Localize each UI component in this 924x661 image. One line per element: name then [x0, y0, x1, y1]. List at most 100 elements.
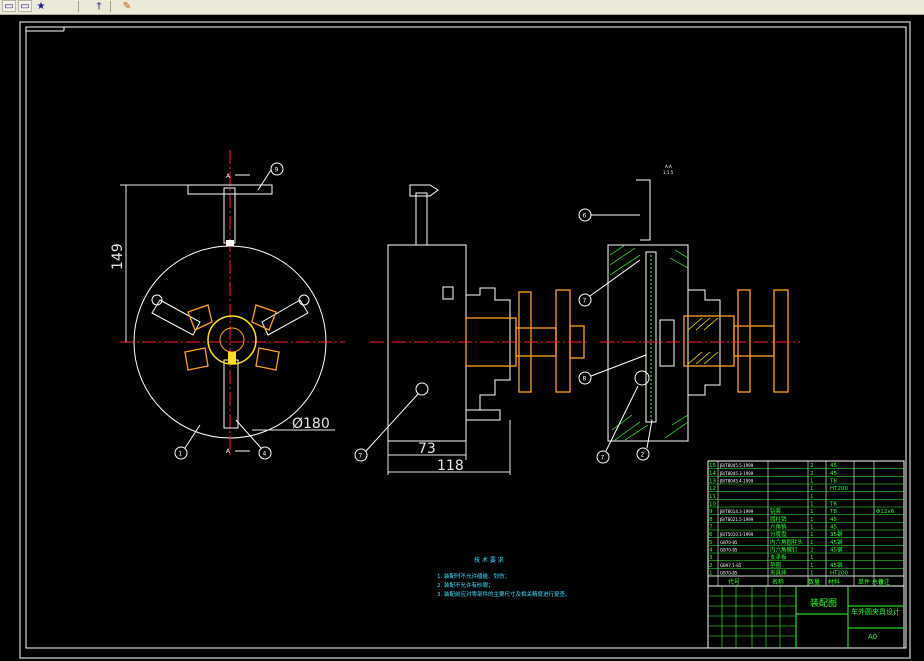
tech-req-title: 技 术 要 求 [474, 556, 504, 564]
open-folder-button[interactable]: ▭ [18, 0, 32, 12]
dim-118: 118 [437, 458, 464, 474]
dim-diameter-180: Ø180 [292, 416, 330, 432]
bom-cell: 35钢 [830, 530, 843, 538]
dim-73: 73 [418, 441, 436, 457]
t-handle-base [226, 240, 234, 246]
bom-cell: JB/T8021.5-1999 [719, 517, 754, 522]
balloon-4-label: 4 [263, 451, 267, 458]
balloon-2-label: 2 [641, 452, 645, 459]
bom-header-cell: 材料 [828, 578, 840, 586]
bom-cell: 10 [709, 502, 716, 508]
leader-line [257, 169, 272, 191]
balloon-8-label: 8 [583, 376, 587, 383]
bom-cell: 1 [810, 540, 814, 546]
new-document-icon: ▭ [4, 0, 14, 12]
title-block: 装配图 车外圆夹具设计 A0 [707, 585, 905, 649]
bom-cell: T8 [829, 502, 837, 508]
bom-cell: 夹具体 [770, 569, 787, 577]
new-document-button[interactable]: ▭ [2, 0, 16, 12]
star-button[interactable]: ★ [34, 0, 48, 12]
bom-cell: 1 [810, 525, 814, 531]
bom-cell: 45钢 [830, 561, 843, 569]
bom-cell: 3 [709, 555, 713, 561]
bom-cell: 内六角螺钉 [770, 546, 798, 554]
bom-cell: GB97.1-85 [720, 563, 742, 568]
section-view-scale: 1:1.5 [663, 170, 674, 175]
bom-cell: HT200 [830, 486, 848, 492]
drawing-canvas[interactable]: A A 149 Ø180 9 1 4 7 73 118 A-A 1:1.5 6 … [0, 15, 924, 661]
flange-2 [555, 289, 571, 393]
balloon-7-label: 7 [359, 453, 363, 460]
bom-cell: GB70-85 [720, 571, 738, 576]
bom-header-cell: 名称 [772, 578, 784, 586]
bom-header-cell: 代号 [728, 578, 740, 586]
drawing-name: 装配图 [810, 597, 837, 609]
bom-cell: 1 [810, 502, 814, 508]
sheet-size: A0 [868, 633, 877, 641]
paint-button[interactable]: ✎ [120, 0, 134, 12]
front-view: A A 149 Ø180 9 1 4 [110, 150, 345, 460]
bom-cell: 4 [709, 548, 713, 554]
section-view-label: A-A [665, 164, 672, 169]
bom-cell: 垫圈 [770, 561, 782, 569]
bom-cell: 1 [810, 555, 814, 561]
section-workpiece [683, 315, 735, 367]
bore-circle [219, 327, 245, 353]
bom-cell: 45钢 [830, 546, 843, 554]
bom-cell: 13 [709, 479, 716, 485]
jaw-arm-bottom [223, 359, 239, 429]
cad-toolbar: ▭ ▭ ★ † ✎ [0, 0, 924, 15]
bom-cell: 圆柱销 [770, 515, 787, 523]
project-name: 车外圆夹具设计 [851, 607, 900, 616]
bom-cell: 45 [830, 525, 837, 531]
tech-req-line-1: 1. 装配时不允许磕碰、划伤； [437, 572, 510, 580]
bom-cell: 9 [709, 509, 713, 515]
bom-cell: 2 [810, 471, 814, 477]
bom-cell: 6 [709, 532, 713, 538]
bom-cell: 1 [810, 563, 814, 569]
side-screw [442, 286, 454, 300]
bom-header-cell: 数量 [808, 578, 820, 586]
balloon-7b-label: 7 [583, 298, 587, 305]
bom-cell: 1 [810, 509, 814, 515]
bom-cell: 支承板 [770, 553, 787, 561]
bom-cell: 1 [810, 486, 814, 492]
bom-cell: 钻套 [770, 507, 782, 515]
side-handle-shaft [415, 192, 428, 246]
open-folder-icon: ▭ [20, 0, 30, 12]
bom-cell: GB70-85 [720, 548, 738, 553]
tech-requirements: 技 术 要 求 1. 装配时不允许磕碰、划伤； 2. 装配不允许有砂眼； 3. … [437, 556, 571, 598]
leader-line [365, 393, 419, 452]
paint-icon: ✎ [122, 0, 132, 12]
bom-cell: Φ12x6 [876, 509, 895, 515]
chuck-side-body [387, 244, 467, 442]
step-profile-bottom [466, 409, 501, 421]
bom-cell: 12 [709, 486, 716, 492]
tech-req-line-2: 2. 装配不允许有砂眼； [437, 581, 494, 589]
side-bolt [415, 382, 429, 396]
jaw-key [228, 352, 236, 364]
tech-req-line-3: 3. 装配前应对零部件的主要尺寸及相关精度进行复查。 [437, 590, 571, 598]
bom-cell: JB/T8014.3-1999 [719, 509, 754, 514]
balloon-9-label: 9 [275, 167, 279, 174]
dim-height-149: 149 [110, 243, 126, 270]
side-handle-top [409, 184, 439, 197]
bill-of-materials: 15 JB/T8045.5-1999 2 4514 JB/T8045.3-1999 2 45… [707, 460, 905, 587]
jaw-arm-left [151, 299, 201, 336]
section-hatch-yellow [687, 317, 719, 365]
section-view: A-A 1:1.5 6 7 8 7 2 [578, 164, 800, 464]
bom-cell: 六角销 [770, 523, 787, 531]
bom-cell: GB70-85 [720, 540, 738, 545]
balloon-6-label: 6 [583, 213, 587, 220]
section-handle [636, 179, 651, 241]
section-flange-1 [737, 289, 751, 393]
leader-line [646, 419, 653, 449]
section-flange-2 [773, 289, 789, 393]
bom-cell: 1 [810, 479, 814, 485]
balloon-7c-label: 7 [601, 455, 605, 462]
toolbar-separator [110, 1, 111, 12]
balloon-1-label: 1 [179, 451, 183, 458]
bom-cell: 内六角圆柱头 [770, 538, 804, 546]
pin-button[interactable]: † [92, 0, 106, 12]
pin-icon: † [96, 0, 102, 12]
